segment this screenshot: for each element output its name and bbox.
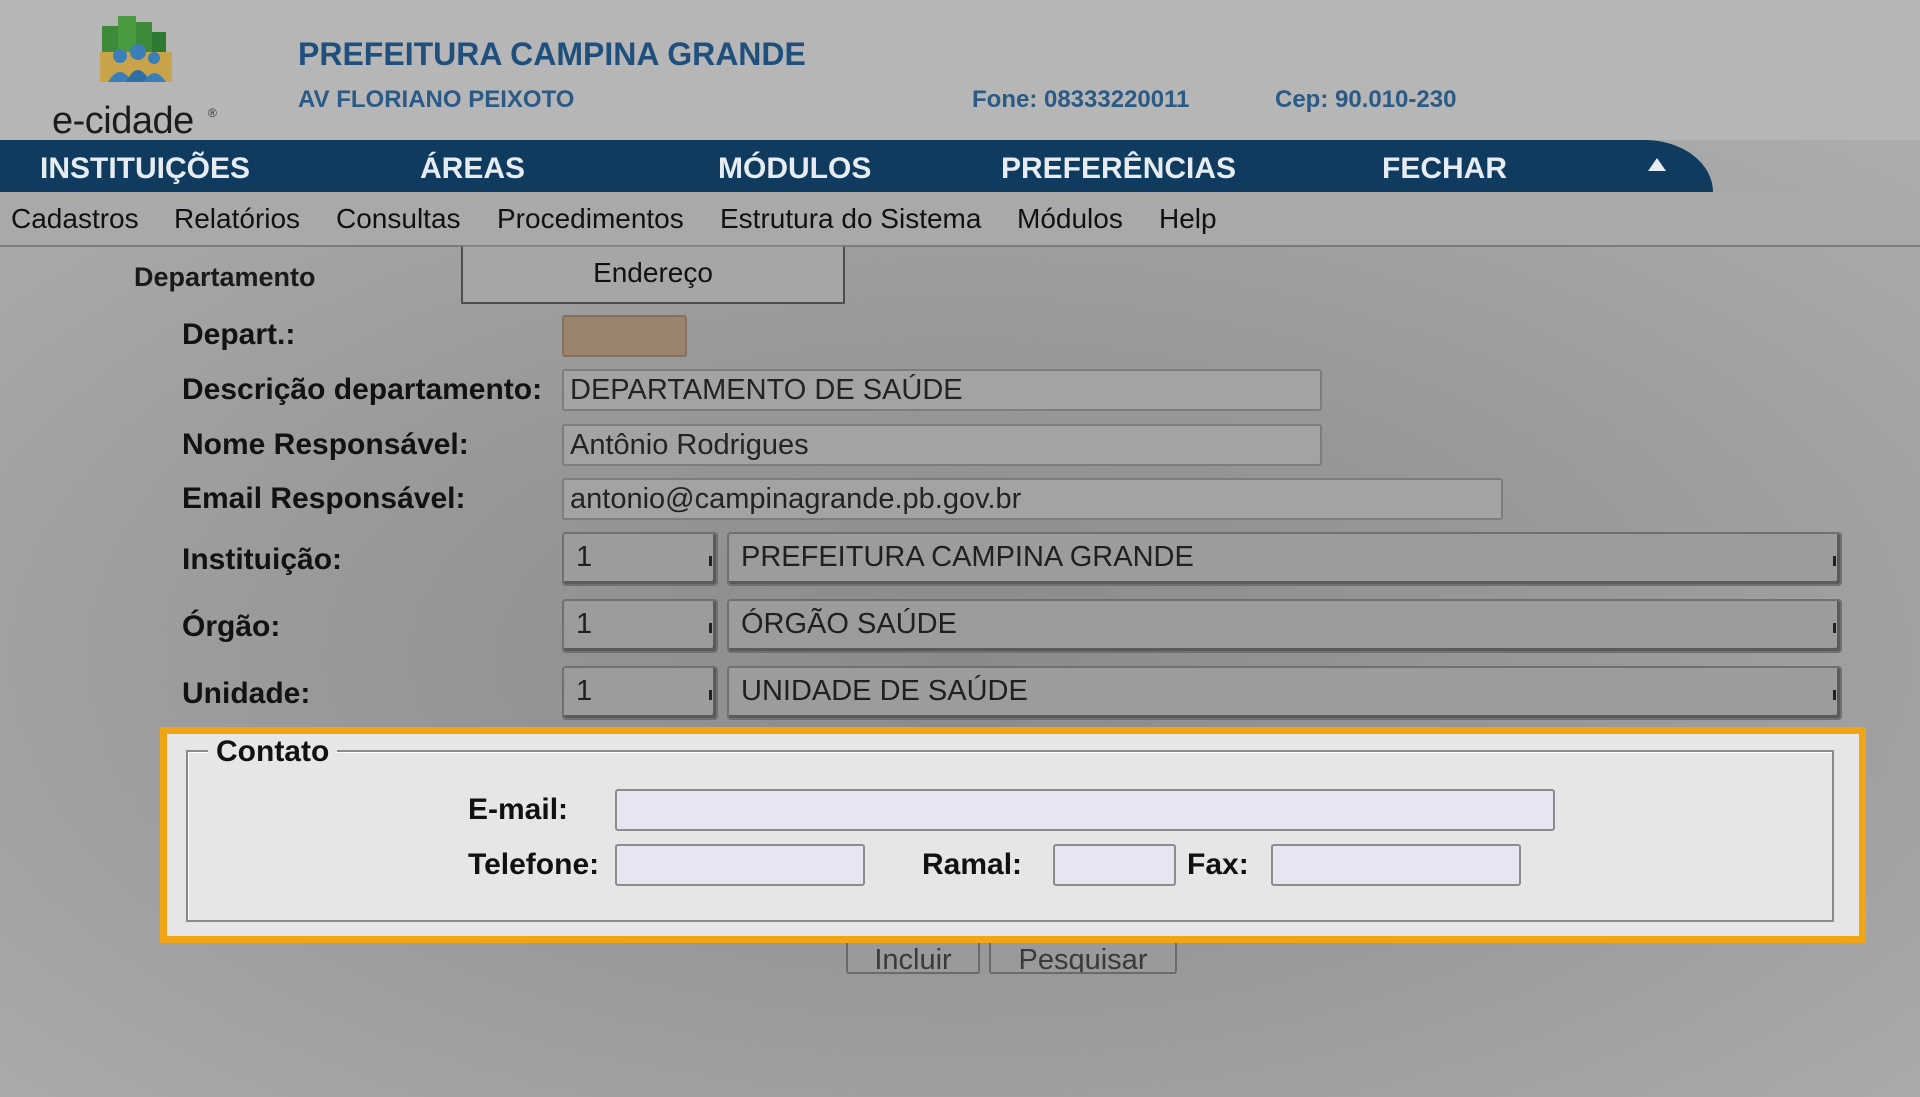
contato-fax-input[interactable] [1271,844,1521,886]
orgao-code-value: 1 [576,608,593,640]
instituicao-label: Instituição: [182,543,343,576]
instituicao-code-value: 1 [576,541,593,573]
menu-modulos[interactable]: Módulos [1017,203,1123,235]
e-cidade-logo: e-cidade ® [52,12,232,142]
menu-help[interactable]: Help [1159,203,1217,235]
descricao-field[interactable]: DEPARTAMENTO DE SAÚDE [562,369,1322,411]
nav-instituicoes[interactable]: INSTITUIÇÕES [40,152,250,186]
nav-fechar[interactable]: FECHAR [1382,152,1507,186]
dropdown-arrow-icon [1833,690,1836,700]
dropdown-arrow-icon [1833,556,1836,566]
instituicao-name-value: PREFEITURA CAMPINA GRANDE [741,541,1194,573]
contato-email-input[interactable] [615,789,1555,831]
descricao-label: Descrição departamento: [182,373,543,406]
nav-modulos[interactable]: MÓDULOS [718,152,871,186]
registered-mark: ® [208,106,217,120]
orgao-label: Órgão: [182,610,281,643]
orgao-name-value: ÓRGÃO SAÚDE [741,608,957,640]
orgao-code-select[interactable]: 1 [562,599,718,653]
logo-text: e-cidade [52,100,194,142]
contato-telefone-label: Telefone: [468,848,600,881]
dropdown-arrow-icon [709,690,712,700]
contato-telefone-input[interactable] [615,844,865,886]
unidade-code-value: 1 [576,675,593,707]
org-phone: Fone: 08333220011 [972,86,1190,113]
org-cep: Cep: 90.010-230 [1275,86,1457,113]
menu-cadastros[interactable]: Cadastros [11,203,139,235]
unidade-code-select[interactable]: 1 [562,666,718,720]
org-address: AV FLORIANO PEIXOTO [298,86,575,113]
contato-legend: Contato [208,735,338,769]
nome-responsavel-field[interactable]: Antônio Rodrigues [562,424,1322,466]
city-logo-icon [100,16,172,82]
nome-responsavel-label: Nome Responsável: [182,428,469,461]
dropdown-arrow-icon [709,556,712,566]
email-responsavel-label: Email Responsável: [182,482,466,515]
depart-label: Depart.: [182,318,296,351]
contato-fieldset [186,750,1834,922]
nav-areas[interactable]: ÁREAS [420,152,525,186]
menu-bar: Cadastros Relatórios Consultas Procedime… [0,192,1920,247]
top-nav: INSTITUIÇÕES ÁREAS MÓDULOS PREFERÊNCIAS … [0,140,1713,192]
dropdown-arrow-icon [709,623,712,633]
orgao-name-select[interactable]: ÓRGÃO SAÚDE [727,599,1842,653]
unidade-name-select[interactable]: UNIDADE DE SAÚDE [727,666,1842,720]
app-header: e-cidade ® PREFEITURA CAMPINA GRANDE AV … [0,0,1920,142]
triangle-up-icon[interactable] [1648,158,1666,171]
unidade-name-value: UNIDADE DE SAÚDE [741,675,1028,707]
dropdown-arrow-icon [1833,623,1836,633]
instituicao-code-select[interactable]: 1 [562,532,718,586]
menu-relatorios[interactable]: Relatórios [174,203,300,235]
nav-preferencias[interactable]: PREFERÊNCIAS [1001,152,1236,186]
unidade-label: Unidade: [182,677,311,710]
contato-email-label: E-mail: [468,793,569,826]
tab-endereco[interactable]: Endereço [461,246,845,304]
email-responsavel-field[interactable]: antonio@campinagrande.pb.gov.br [562,478,1503,520]
contato-fax-label: Fax: [1187,848,1249,881]
contato-ramal-input[interactable] [1053,844,1176,886]
org-title: PREFEITURA CAMPINA GRANDE [298,36,806,72]
instituicao-name-select[interactable]: PREFEITURA CAMPINA GRANDE [727,532,1842,586]
menu-consultas[interactable]: Consultas [336,203,461,235]
depart-code-field[interactable] [562,315,687,357]
tab-departamento[interactable]: Departamento [134,262,316,293]
menu-estrutura-do-sistema[interactable]: Estrutura do Sistema [720,203,981,235]
contato-ramal-label: Ramal: [922,848,1023,881]
menu-procedimentos[interactable]: Procedimentos [497,203,684,235]
